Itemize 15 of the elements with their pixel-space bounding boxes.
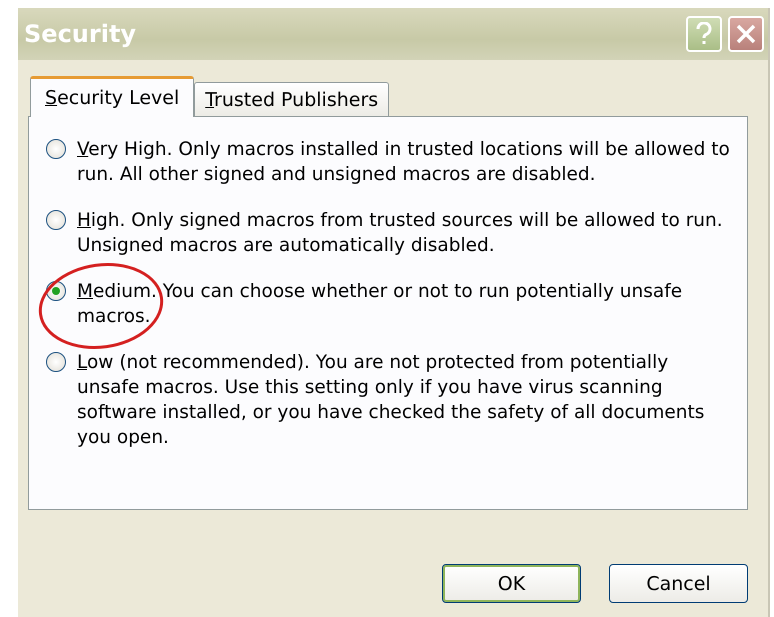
window-title: Security [24,20,138,48]
tab[interactable]: Security Level [30,76,194,117]
help-icon [696,22,712,46]
option-label: Medium. You can choose whether or not to run potentially unsafe macros. [77,280,684,329]
radio-button[interactable] [46,352,66,372]
radio-button[interactable] [46,210,66,230]
radio-button[interactable] [46,139,66,159]
option-label: High. Only signed macros from trusted sources will be allowed to run. Unsigned macros are automatically disabled. [77,209,724,258]
close-button[interactable] [728,16,764,52]
tab[interactable]: Trusted Publishers [194,82,390,116]
cancel-button[interactable]: Cancel [609,564,748,603]
option-label: Very High. Only macros installed in trusted locations will be allowed to run. All other signed and unsigned macros are disabled. [77,138,731,187]
close-icon [736,24,756,44]
ok-button[interactable]: OK [442,564,581,603]
option-label: Low (not recommended). You are not protected from potentially unsafe macros. Use this setting only if you have virus scanning software installed, or you have checked the safety of all documents you open. [77,351,706,450]
